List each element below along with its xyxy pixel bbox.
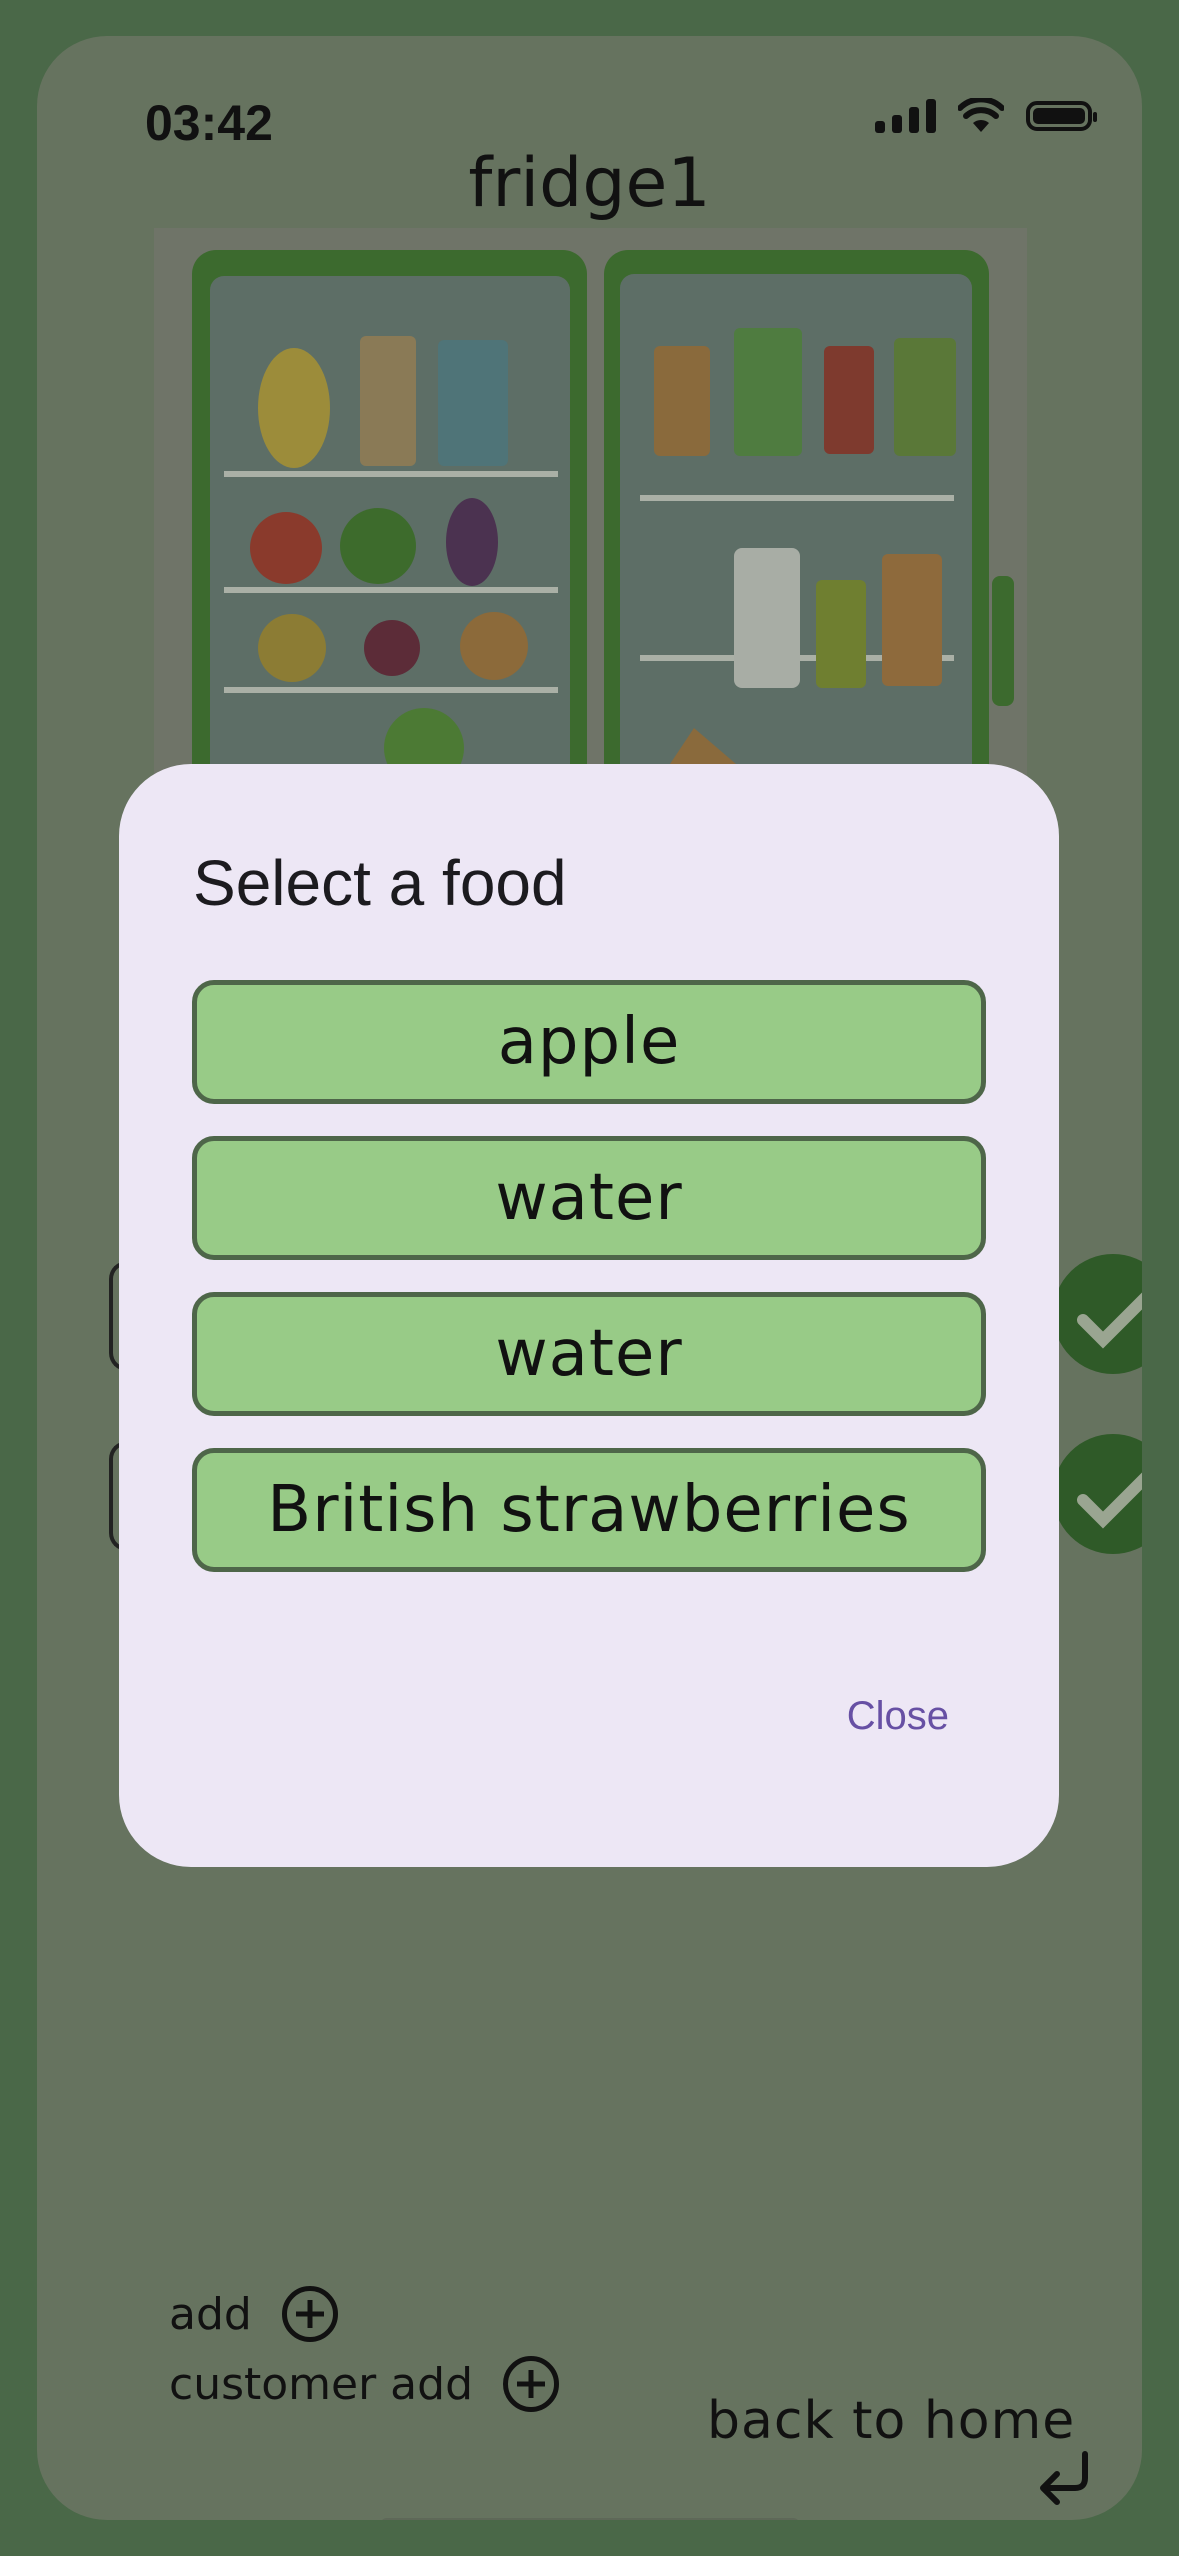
- food-option-button[interactable]: water: [192, 1136, 986, 1260]
- plus-circle-icon[interactable]: [281, 2286, 338, 2342]
- home-indicator: [380, 2518, 800, 2520]
- add-row[interactable]: add: [169, 2286, 338, 2342]
- customer-add-row[interactable]: customer add: [169, 2356, 560, 2412]
- customer-add-label: customer add: [169, 2358, 474, 2410]
- close-button[interactable]: Close: [847, 1694, 949, 1739]
- check-icon[interactable]: [1053, 1434, 1142, 1554]
- fridge-image: [154, 228, 1027, 788]
- wifi-icon: [958, 98, 1004, 132]
- food-option-button[interactable]: water: [192, 1292, 986, 1416]
- select-food-dialog: Select a food apple water water British …: [119, 764, 1059, 1867]
- return-icon[interactable]: [1035, 2448, 1095, 2508]
- check-icon[interactable]: [1053, 1254, 1142, 1374]
- back-to-home-button[interactable]: back to home: [707, 2391, 1075, 2451]
- food-option-button[interactable]: apple: [192, 980, 986, 1104]
- dialog-title: Select a food: [193, 847, 567, 919]
- battery-icon: [1026, 101, 1097, 131]
- add-label: add: [169, 2288, 252, 2340]
- signal-icon: [875, 99, 936, 133]
- food-option-button[interactable]: British strawberries: [192, 1448, 986, 1572]
- page-title: fridge1: [468, 144, 711, 223]
- plus-circle-icon[interactable]: [503, 2356, 560, 2412]
- status-icons: [875, 98, 1097, 134]
